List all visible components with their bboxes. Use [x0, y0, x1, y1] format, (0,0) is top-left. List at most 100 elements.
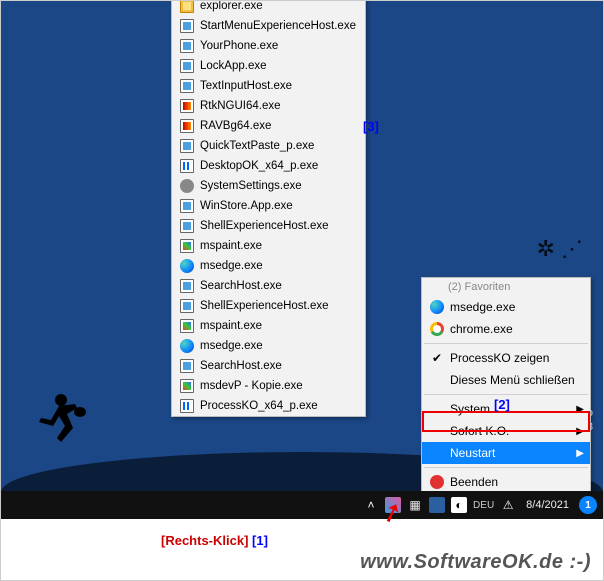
process-name: DesktopOK_x64_p.exe	[200, 160, 318, 172]
submenu-arrow-icon: ▶	[576, 404, 584, 415]
favorites-header: (2) Favoriten	[422, 278, 590, 296]
edge-icon	[178, 338, 196, 354]
menu-separator	[424, 394, 588, 395]
footer-url: www.SoftwareOK.de :-)	[360, 551, 591, 574]
menu-item-close-menu[interactable]: Dieses Menü schließen	[422, 369, 590, 391]
process-name: explorer.exe	[200, 0, 263, 12]
process-name: msedge.exe	[200, 340, 263, 352]
favorite-name: msedge.exe	[450, 300, 515, 314]
process-name: QuickTextPaste_p.exe	[200, 140, 314, 152]
process-menu-item[interactable]: RAVBg64.exe	[172, 116, 365, 136]
process-menu-item[interactable]: WinStore.App.exe	[172, 196, 365, 216]
menu-label: Sofort K.O.	[450, 424, 509, 438]
favorite-name: chrome.exe	[450, 322, 513, 336]
process-name: mspaint.exe	[200, 240, 262, 252]
process-name: RAVBg64.exe	[200, 120, 271, 132]
process-menu-item[interactable]: TextInputHost.exe	[172, 76, 365, 96]
grid-icon	[178, 398, 196, 414]
menu-item-quit[interactable]: Beenden	[422, 471, 590, 493]
chrome-icon	[428, 321, 446, 337]
tray-defender-icon[interactable]	[429, 497, 445, 513]
process-name: LockApp.exe	[200, 60, 267, 72]
process-menu-item[interactable]: msdevP - Kopie.exe	[172, 376, 365, 396]
taskbar[interactable]: ˄ ▦ ◐ DEU ⚠ 8/4/2021 1	[1, 491, 603, 519]
gear-icon	[178, 178, 196, 194]
process-menu-item[interactable]: YourPhone.exe	[172, 36, 365, 56]
process-name: YourPhone.exe	[200, 40, 278, 52]
process-menu-item[interactable]: mspaint.exe	[172, 236, 365, 256]
tray-date[interactable]: 8/4/2021	[526, 499, 569, 511]
process-menu-item[interactable]: ShellExperienceHost.exe	[172, 296, 365, 316]
app-icon	[178, 18, 196, 34]
menu-separator	[424, 343, 588, 344]
paint-icon	[178, 378, 196, 394]
annotation-label-3: [3]	[363, 119, 379, 134]
process-menu-item[interactable]: StartMenuExperienceHost.exe	[172, 16, 365, 36]
favorite-item[interactable]: chrome.exe	[422, 318, 590, 340]
app-icon	[178, 298, 196, 314]
process-menu-item[interactable]: mspaint.exe	[172, 316, 365, 336]
menu-label: ProcessKO zeigen	[450, 351, 549, 365]
edge-icon	[428, 299, 446, 315]
process-name: msedge.exe	[200, 260, 263, 272]
process-name: StartMenuExperienceHost.exe	[200, 20, 356, 32]
process-menu-item[interactable]: msedge.exe	[172, 256, 365, 276]
process-menu-item[interactable]: SystemSettings.exe	[172, 176, 365, 196]
tray-notification-badge[interactable]: 1	[579, 496, 597, 514]
process-name: SearchHost.exe	[200, 360, 282, 372]
grid-icon	[178, 158, 196, 174]
menu-label: Dieses Menü schließen	[450, 373, 575, 387]
power-icon	[430, 475, 444, 489]
tray-app-icon[interactable]: ▦	[407, 497, 423, 513]
menu-label: Neustart	[450, 446, 495, 460]
process-menu-item[interactable]: LockApp.exe	[172, 56, 365, 76]
app-icon	[178, 278, 196, 294]
favorite-item[interactable]: msedge.exe	[422, 296, 590, 318]
process-name: SearchHost.exe	[200, 280, 282, 292]
process-name: ShellExperienceHost.exe	[200, 300, 329, 312]
speaker-icon	[178, 118, 196, 134]
speaker-icon	[178, 98, 196, 114]
annotation-label-2: [2]	[494, 397, 510, 412]
annotation-label-1: [Rechts-Klick] [1]	[161, 533, 268, 548]
process-name: msdevP - Kopie.exe	[200, 380, 303, 392]
app-icon	[178, 218, 196, 234]
process-name: WinStore.App.exe	[200, 200, 293, 212]
footer-strip: ➚ [Rechts-Klick] [1] www.SoftwareOK.de :…	[1, 519, 603, 580]
app-icon	[178, 38, 196, 54]
paint-icon	[178, 238, 196, 254]
process-menu-item[interactable]: QuickTextPaste_p.exe	[172, 136, 365, 156]
process-menu-item[interactable]: RtkNGUI64.exe	[172, 96, 365, 116]
edge-icon	[178, 258, 196, 274]
tray-language[interactable]: DEU	[473, 497, 494, 513]
process-menu-item[interactable]: ProcessKO_x64_p.exe	[172, 396, 365, 416]
process-menu-item[interactable]: msedge.exe	[172, 336, 365, 356]
menu-label: System	[450, 402, 490, 416]
tray-context-menu[interactable]: (2) Favoriten msedge.exe chrome.exe ✔ Pro…	[421, 277, 591, 494]
submenu-arrow-icon: ▶	[576, 426, 584, 437]
check-icon: ✔	[430, 351, 444, 365]
process-name: TextInputHost.exe	[200, 80, 292, 92]
app-icon	[178, 78, 196, 94]
app-icon	[178, 58, 196, 74]
screenshot-stage: ✲ ⋰ 1 Pro -1628 explorer.exeStartMenuExp…	[0, 0, 604, 581]
menu-item-restart[interactable]: Neustart ▶	[422, 442, 590, 464]
menu-item-instant-ko[interactable]: Sofort K.O. ▶	[422, 420, 590, 442]
process-menu-item[interactable]: SearchHost.exe	[172, 276, 365, 296]
app-icon	[178, 358, 196, 374]
process-menu-item[interactable]: ShellExperienceHost.exe	[172, 216, 365, 236]
tray-assist-icon[interactable]: ◐	[451, 497, 467, 513]
menu-separator	[424, 467, 588, 468]
menu-item-show-processko[interactable]: ✔ ProcessKO zeigen	[422, 347, 590, 369]
folder-icon	[178, 0, 196, 14]
menu-label: Beenden	[450, 475, 498, 489]
process-menu-item[interactable]: SearchHost.exe	[172, 356, 365, 376]
process-menu-item[interactable]: DesktopOK_x64_p.exe	[172, 156, 365, 176]
tray-network-icon[interactable]: ⚠	[500, 497, 516, 513]
process-list-menu[interactable]: explorer.exe StartMenuExperienceHost.exe Y…	[171, 0, 366, 417]
submenu-arrow-icon: ▶	[576, 448, 584, 459]
process-menu-item[interactable]: explorer.exe	[172, 0, 365, 16]
runner-silhouette-icon	[31, 390, 101, 460]
process-name: mspaint.exe	[200, 320, 262, 332]
butterfly-icon: ✲ ⋰	[536, 236, 583, 262]
